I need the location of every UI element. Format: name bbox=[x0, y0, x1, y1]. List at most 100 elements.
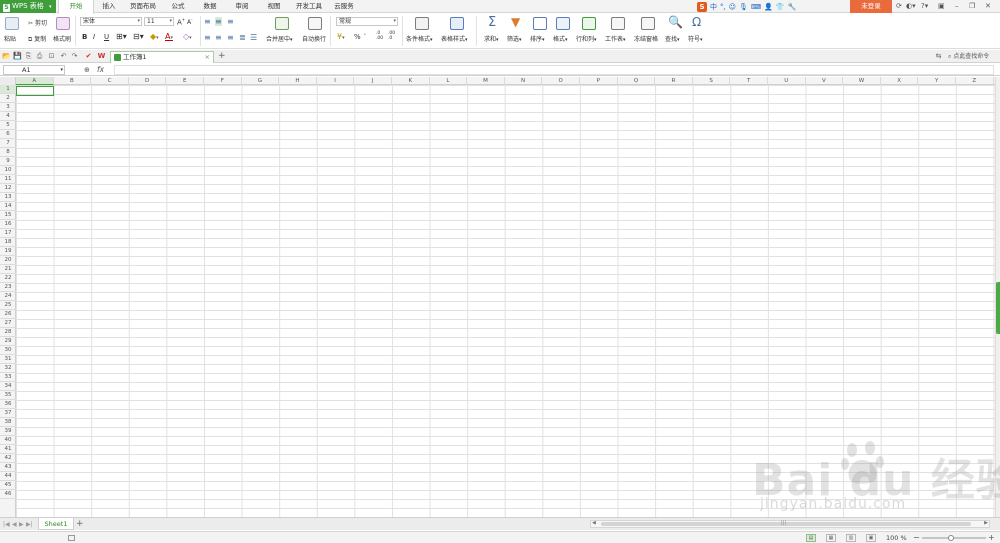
close-icon[interactable]: ✕ bbox=[985, 2, 991, 11]
freeze-panes-button[interactable]: 冻结窗格 bbox=[634, 34, 658, 43]
horizontal-scrollbar[interactable]: ◀ ||| ▶ bbox=[590, 520, 990, 528]
row-header-30[interactable]: 30 bbox=[0, 346, 16, 355]
cut-button[interactable]: ✂ 剪切 bbox=[28, 18, 47, 27]
column-header-a[interactable]: A bbox=[16, 77, 54, 85]
border-icon[interactable]: ⊞▾ bbox=[116, 32, 127, 41]
row-header-8[interactable]: 8 bbox=[0, 148, 16, 157]
command-search[interactable]: ⌕ 点此查找命令 bbox=[948, 52, 989, 61]
row-header-39[interactable]: 39 bbox=[0, 427, 16, 436]
conditional-format-icon[interactable] bbox=[415, 17, 429, 30]
row-header-20[interactable]: 20 bbox=[0, 256, 16, 265]
decrease-decimal-icon[interactable]: .00.0 bbox=[388, 31, 395, 41]
column-header-i[interactable]: I bbox=[317, 77, 355, 85]
column-header-h[interactable]: H bbox=[279, 77, 317, 85]
row-header-5[interactable]: 5 bbox=[0, 121, 16, 130]
column-header-j[interactable]: J bbox=[354, 77, 392, 85]
clear-format-icon[interactable]: ◇▾ bbox=[183, 32, 192, 41]
insert-function-button[interactable]: fx bbox=[97, 64, 104, 76]
row-header-38[interactable]: 38 bbox=[0, 418, 16, 427]
thousands-icon[interactable]: ’ bbox=[364, 33, 366, 40]
column-header-f[interactable]: F bbox=[204, 77, 242, 85]
omega-symbol-icon[interactable]: Ω bbox=[692, 15, 701, 29]
row-header-10[interactable]: 10 bbox=[0, 166, 16, 175]
paste-icon[interactable] bbox=[5, 17, 19, 30]
find-icon[interactable]: 🔍 bbox=[668, 15, 683, 29]
tab-review[interactable]: 审阅 bbox=[230, 0, 254, 13]
row-header-40[interactable]: 40 bbox=[0, 436, 16, 445]
row-header-31[interactable]: 31 bbox=[0, 355, 16, 364]
format-painter-icon[interactable] bbox=[56, 17, 70, 30]
row-header-15[interactable]: 15 bbox=[0, 211, 16, 220]
column-header-x[interactable]: X bbox=[881, 77, 919, 85]
open-icon[interactable]: 📂 bbox=[2, 52, 11, 61]
zoom-level[interactable]: 100 % bbox=[886, 533, 907, 543]
column-header-r[interactable]: R bbox=[655, 77, 693, 85]
freeze-panes-icon[interactable] bbox=[641, 17, 655, 30]
cell-area[interactable] bbox=[16, 85, 995, 517]
emoji-icon[interactable]: ☺ bbox=[729, 3, 736, 11]
format-painter-button[interactable]: 格式刷 bbox=[53, 34, 71, 43]
zoom-in-button[interactable]: + bbox=[988, 532, 995, 543]
row-header-2[interactable]: 2 bbox=[0, 94, 16, 103]
table-style-icon[interactable] bbox=[450, 17, 464, 30]
worksheet-button[interactable]: 工作表▾ bbox=[605, 34, 626, 43]
row-header-44[interactable]: 44 bbox=[0, 472, 16, 481]
column-header-o[interactable]: O bbox=[542, 77, 580, 85]
column-header-g[interactable]: G bbox=[242, 77, 280, 85]
column-header-e[interactable]: E bbox=[166, 77, 204, 85]
format-icon[interactable] bbox=[556, 17, 570, 30]
tab-developer[interactable]: 开发工具 bbox=[292, 0, 326, 13]
sidebar-toggle-icon[interactable]: ⇆ bbox=[934, 52, 943, 61]
column-header-v[interactable]: V bbox=[806, 77, 844, 85]
column-header-q[interactable]: Q bbox=[618, 77, 656, 85]
paste-button[interactable]: 粘贴 bbox=[4, 34, 16, 43]
italic-button[interactable]: I bbox=[93, 33, 95, 41]
scroll-left-icon[interactable]: ◀ bbox=[592, 520, 596, 526]
table-style-button[interactable]: 表格样式▾ bbox=[441, 34, 468, 43]
row-col-icon[interactable] bbox=[582, 17, 596, 30]
column-header-t[interactable]: T bbox=[730, 77, 768, 85]
sum-icon[interactable]: Σ bbox=[488, 15, 496, 30]
row-header-32[interactable]: 32 bbox=[0, 364, 16, 373]
row-header-43[interactable]: 43 bbox=[0, 463, 16, 472]
keyboard-icon[interactable]: ⌨ bbox=[751, 3, 761, 11]
percent-button[interactable]: % bbox=[354, 33, 361, 41]
column-header-p[interactable]: P bbox=[580, 77, 618, 85]
row-col-button[interactable]: 行和列▾ bbox=[576, 34, 597, 43]
mic-icon[interactable]: 🎙 bbox=[739, 3, 748, 11]
tab-cloud[interactable]: 云服务 bbox=[330, 0, 358, 13]
row-header-11[interactable]: 11 bbox=[0, 175, 16, 184]
tab-page-layout[interactable]: 页面布局 bbox=[126, 0, 160, 13]
reading-mode-button[interactable]: ▣ bbox=[866, 534, 876, 542]
bold-button[interactable]: B bbox=[82, 33, 87, 41]
wps-w-icon[interactable]: W bbox=[97, 52, 106, 61]
filter-icon[interactable]: ▼ bbox=[511, 15, 520, 29]
page-break-view-button[interactable]: ▥ bbox=[846, 534, 856, 542]
skin-icon[interactable]: 👕 bbox=[776, 3, 785, 11]
row-header-46[interactable]: 46 bbox=[0, 490, 16, 499]
login-button[interactable]: 未登录 bbox=[850, 0, 892, 13]
column-header-m[interactable]: M bbox=[467, 77, 505, 85]
document-tab[interactable]: 工作簿1 × bbox=[110, 51, 214, 63]
side-panel-handle[interactable] bbox=[996, 282, 1000, 334]
sort-button[interactable]: 排序▾ bbox=[530, 34, 545, 43]
row-header-25[interactable]: 25 bbox=[0, 301, 16, 310]
row-header-37[interactable]: 37 bbox=[0, 409, 16, 418]
worksheet-icon[interactable] bbox=[611, 17, 625, 30]
app-menu-button[interactable]: S WPS 表格 ▾ bbox=[0, 0, 56, 13]
last-sheet-icon[interactable]: ▶| bbox=[26, 520, 33, 529]
row-header-7[interactable]: 7 bbox=[0, 139, 16, 148]
filter-button[interactable]: 筛选▾ bbox=[507, 34, 522, 43]
align-top-icon[interactable]: ≡ bbox=[204, 17, 211, 26]
merge-center-icon[interactable] bbox=[275, 17, 289, 30]
auto-wrap-icon[interactable] bbox=[308, 17, 322, 30]
row-header-9[interactable]: 9 bbox=[0, 157, 16, 166]
row-header-18[interactable]: 18 bbox=[0, 238, 16, 247]
user-icon[interactable]: 👤 bbox=[764, 3, 773, 11]
macro-record-icon[interactable] bbox=[68, 535, 75, 541]
restore-icon[interactable]: ❐ bbox=[969, 2, 975, 11]
sogou-ime-icon[interactable]: S bbox=[697, 1, 707, 12]
number-format-select[interactable]: 常规 ▾ bbox=[336, 17, 398, 26]
column-header-c[interactable]: C bbox=[91, 77, 129, 85]
distribute-icon[interactable]: ☰ bbox=[250, 33, 257, 42]
